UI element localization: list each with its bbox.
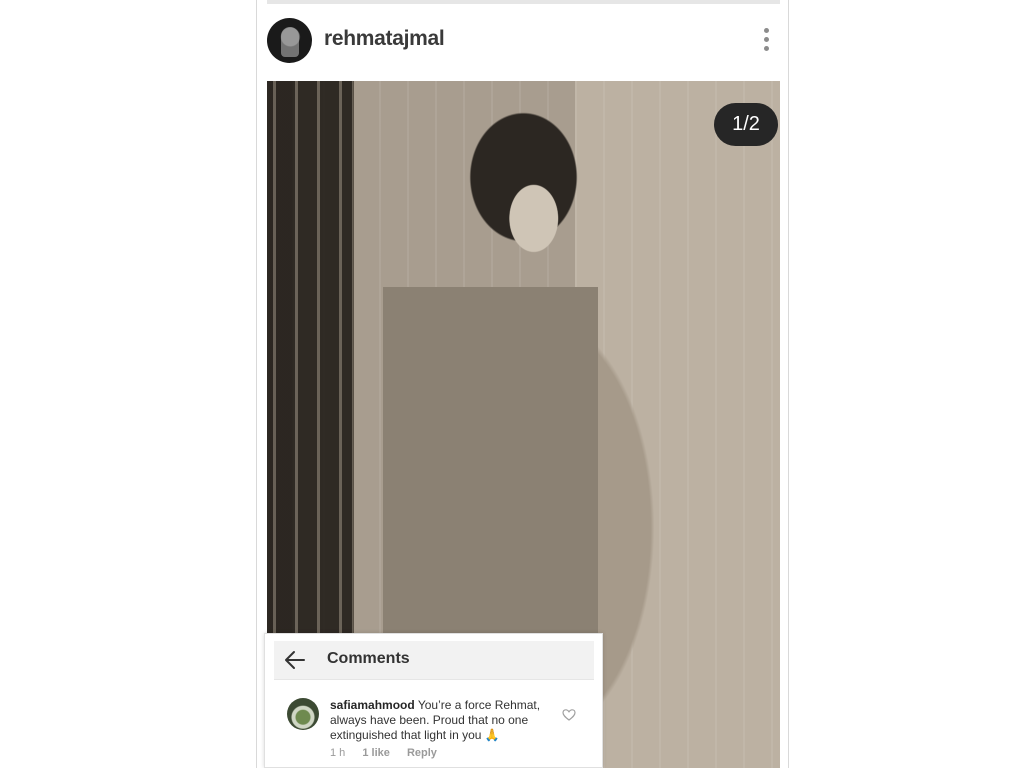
heart-icon[interactable] xyxy=(562,708,576,722)
more-options-icon[interactable] xyxy=(758,25,774,55)
comment-likes[interactable]: 1 like xyxy=(362,747,390,759)
comment-username[interactable]: safiamahmood xyxy=(330,698,415,712)
comment-avatar[interactable] xyxy=(287,698,319,730)
comment-time: 1 h xyxy=(330,747,346,759)
top-divider xyxy=(267,0,780,4)
comment-reply-button[interactable]: Reply xyxy=(407,747,437,759)
praying-hands-emoji-icon: 🙏 xyxy=(484,728,500,742)
comment-item: safiamahmood You’re a force Rehmat, alwa… xyxy=(287,698,587,764)
profile-avatar[interactable] xyxy=(267,18,312,63)
comment-meta: 1 h 1 like Reply xyxy=(330,747,451,759)
post-username[interactable]: rehmatajmal xyxy=(324,27,445,51)
comments-panel: Comments safiamahmood You’re a force Reh… xyxy=(264,633,603,768)
post-header: rehmatajmal xyxy=(267,16,780,66)
photo-counter-badge: 1/2 xyxy=(714,103,778,146)
back-arrow-icon[interactable] xyxy=(284,649,306,671)
comments-title: Comments xyxy=(327,650,410,667)
comments-header: Comments xyxy=(274,641,594,680)
comment-text: safiamahmood You’re a force Rehmat, alwa… xyxy=(330,698,550,743)
